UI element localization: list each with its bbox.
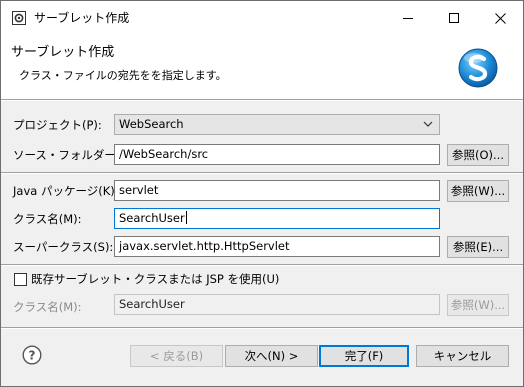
package-input[interactable]: servlet bbox=[114, 180, 440, 201]
package-label: Java パッケージ(K): bbox=[13, 184, 119, 198]
svg-text:?: ? bbox=[29, 348, 36, 362]
superclass-input[interactable]: javax.servlet.http.HttpServlet bbox=[114, 236, 440, 257]
section-separator-1-light bbox=[1, 173, 523, 174]
footer-separator-light bbox=[1, 328, 523, 329]
existing-class-input[interactable]: SearchUser bbox=[114, 294, 440, 315]
maximize-icon bbox=[449, 13, 459, 23]
servlet-s-logo-icon bbox=[458, 48, 498, 88]
minimize-icon bbox=[403, 18, 413, 19]
close-button[interactable] bbox=[477, 1, 523, 35]
project-label: プロジェクト(P): bbox=[13, 118, 102, 132]
help-icon[interactable]: ? bbox=[22, 345, 42, 365]
class-name-value: SearchUser bbox=[119, 211, 185, 225]
back-button[interactable]: < 戻る(B) bbox=[130, 345, 223, 367]
banner-description: クラス・ファイルの宛先をを指定します。 bbox=[19, 69, 227, 82]
close-icon bbox=[494, 12, 506, 24]
finish-button[interactable]: 完了(F) bbox=[319, 345, 409, 367]
text-caret bbox=[185, 211, 187, 224]
existing-class-browse-button[interactable]: 参照(W)... bbox=[447, 294, 509, 316]
eclipse-gear-icon bbox=[12, 11, 26, 25]
maximize-button[interactable] bbox=[431, 1, 477, 35]
next-button[interactable]: 次へ(N) > bbox=[225, 345, 318, 367]
superclass-label: スーパークラス(S): bbox=[13, 240, 114, 254]
package-browse-button[interactable]: 参照(W)... bbox=[447, 180, 509, 202]
cancel-button[interactable]: キャンセル bbox=[416, 345, 509, 367]
use-existing-label[interactable]: 既存サーブレット・クラスまたは JSP を使用(U) bbox=[31, 272, 279, 286]
project-combo[interactable]: WebSearch bbox=[114, 114, 440, 135]
existing-class-label: クラス名(M): bbox=[13, 300, 82, 314]
title-bar: サーブレット作成 bbox=[1, 1, 523, 35]
class-name-label: クラス名(M): bbox=[13, 212, 82, 226]
project-combo-value: WebSearch bbox=[119, 117, 184, 131]
header-banner: サーブレット作成 クラス・ファイルの宛先をを指定します。 bbox=[1, 35, 523, 99]
window-title: サーブレット作成 bbox=[34, 11, 130, 25]
chevron-down-icon bbox=[423, 121, 433, 127]
dialog-window: サーブレット作成 サーブレット作成 クラス・ファイルの宛先をを指定します。 プロ… bbox=[0, 0, 524, 387]
banner-title: サーブレット作成 bbox=[11, 45, 115, 60]
minimize-button[interactable] bbox=[385, 1, 431, 35]
section-separator-2-light bbox=[1, 265, 523, 266]
banner-separator-light bbox=[1, 100, 523, 101]
superclass-browse-button[interactable]: 参照(E)... bbox=[447, 236, 509, 258]
source-folder-input[interactable]: /WebSearch/src bbox=[114, 144, 440, 165]
class-name-input[interactable]: SearchUser bbox=[114, 208, 440, 229]
source-folder-browse-button[interactable]: 参照(O)... bbox=[447, 144, 509, 166]
use-existing-checkbox[interactable] bbox=[14, 273, 27, 286]
